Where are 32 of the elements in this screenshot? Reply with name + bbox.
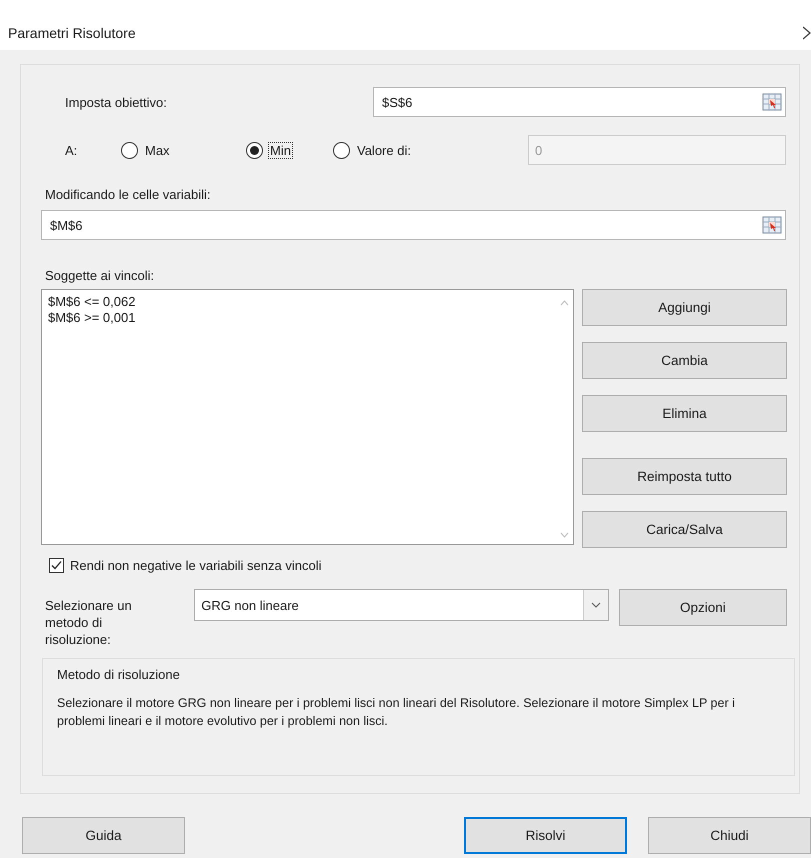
constraint-item[interactable]: $M$6 >= 0,001 [48, 310, 136, 326]
description-title: Metodo di risoluzione [57, 667, 181, 682]
variables-label: Modificando le celle variabili: [44, 187, 212, 202]
constraint-button[interactable]: Elimina [582, 395, 787, 432]
constraint-button[interactable]: Cambia [582, 342, 787, 379]
caret-icon[interactable] [590, 602, 601, 608]
footer-button[interactable]: Chiudi [648, 817, 811, 854]
constraints-label: Soggette ai vincoli: [44, 268, 156, 283]
radio-option[interactable]: Valore di: [333, 142, 528, 158]
close-icon[interactable] [803, 26, 811, 40]
constraint-item[interactable]: $M$6 <= 0,062 [48, 294, 136, 310]
nonnegative-checkbox[interactable]: Rendi non negative le variabili senza vincoli [49, 558, 787, 573]
objective-label: Imposta obiettivo: [64, 94, 168, 110]
constraint-button[interactable]: Aggiungi [582, 289, 787, 326]
constraints-list[interactable]: $M$6 <= 0,062 $M$6 >= 0,001 [41, 289, 574, 545]
objective-field[interactable]: $S$6 [373, 87, 786, 117]
range-select-icon[interactable] [762, 93, 782, 111]
check-icon [50, 559, 63, 572]
options-button[interactable]: Opzioni [618, 589, 787, 626]
constraint-button[interactable]: Carica/Salva [582, 511, 787, 548]
description-text: Selezionare il motore GRG non lineare per i problemi lisci non lineari del Risolutore. Selezionare il motore Simplex LP per i problemi lineari e il motore evolutivo per i problemi non lisci. [57, 695, 736, 730]
variables-field[interactable]: $M$6 [41, 210, 786, 240]
window-title: Parametri Risolutore [8, 25, 136, 41]
range-select-icon[interactable] [762, 216, 782, 234]
constraint-button[interactable]: Reimposta tutto [582, 458, 787, 495]
method-label: Selezionare un metodo di risoluzione: [44, 597, 133, 648]
footer-button[interactable]: Guida [22, 817, 185, 854]
radio-option[interactable]: Min [246, 142, 333, 158]
method-dropdown[interactable]: GRG non lineare [194, 589, 609, 621]
footer-button[interactable]: Risolvi [464, 817, 628, 854]
radio-option[interactable]: Max [121, 142, 246, 158]
to-label: A: [64, 142, 78, 158]
